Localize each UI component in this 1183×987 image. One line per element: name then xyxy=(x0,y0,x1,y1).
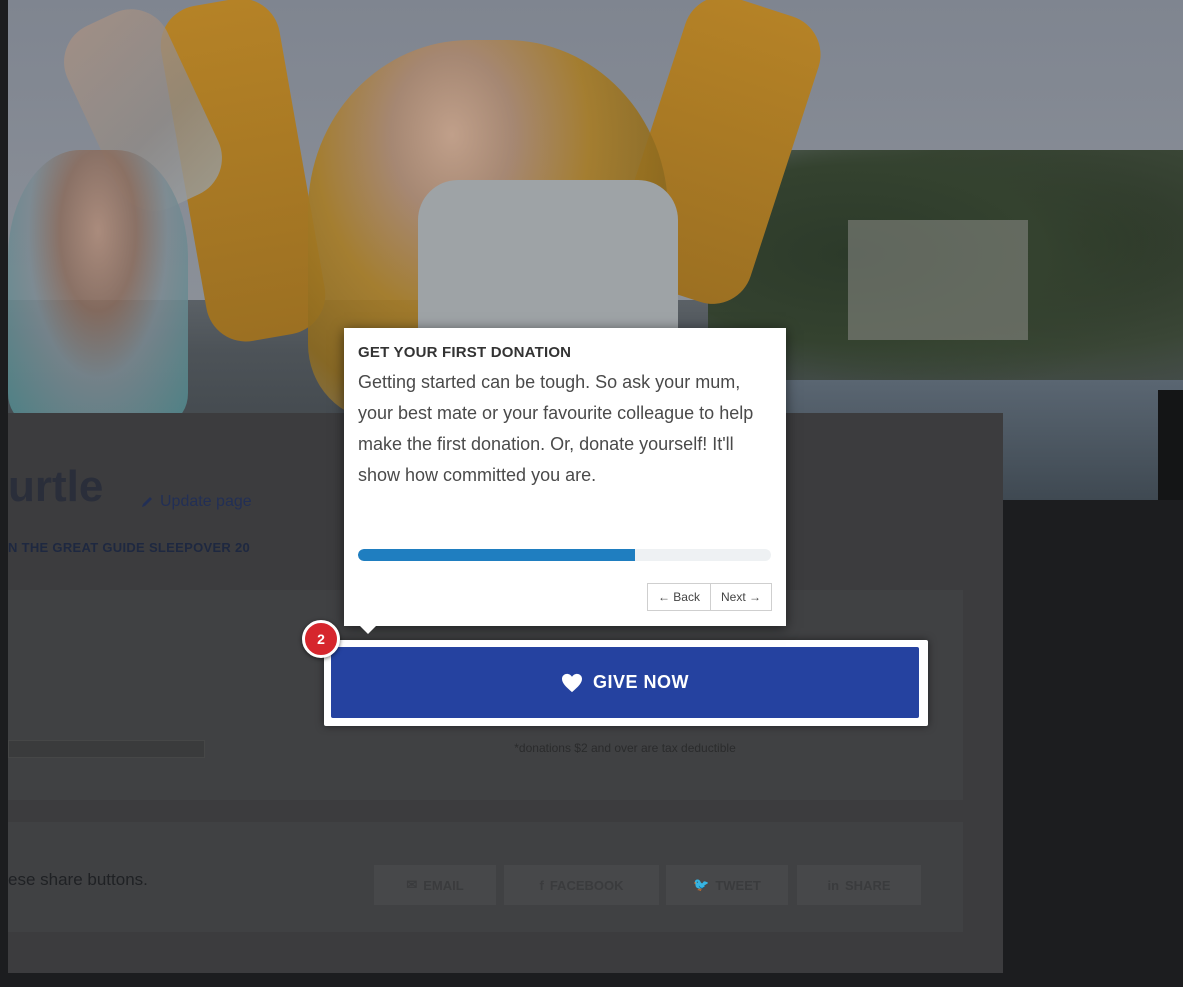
hero-building xyxy=(848,220,1028,340)
twitter-icon: 🐦 xyxy=(693,877,710,892)
hero-person-left xyxy=(8,150,188,420)
tour-body: Getting started can be tough. So ask you… xyxy=(358,372,754,485)
tour-back-button[interactable]: ← Back xyxy=(646,583,711,611)
pencil-icon xyxy=(142,497,152,507)
tour-popover: GET YOUR FIRST DONATION Getting started … xyxy=(344,328,786,634)
share-tweet-button[interactable]: 🐦 TWEET xyxy=(666,865,788,905)
heart-icon xyxy=(561,673,582,692)
share-facebook-button[interactable]: f FACEBOOK xyxy=(504,865,659,905)
linkedin-icon: in xyxy=(827,877,840,893)
tour-progress-fill xyxy=(358,549,635,561)
share-prompt: ese share buttons. xyxy=(8,870,148,889)
page-title: urtle xyxy=(8,462,104,511)
update-page-link[interactable]: Update page xyxy=(140,493,252,511)
tour-title: GET YOUR FIRST DONATION xyxy=(358,344,572,361)
tour-progress-bar xyxy=(358,549,771,561)
tax-deductible-note: *donations $2 and over are tax deductibl… xyxy=(514,741,736,755)
share-email-label: EMAIL xyxy=(423,877,464,893)
facebook-icon: f xyxy=(539,877,544,893)
update-page-label: Update page xyxy=(160,493,252,510)
share-facebook-label: FACEBOOK xyxy=(549,877,624,893)
share-tweet-label: TWEET xyxy=(715,877,761,893)
fundraising-progress-bar xyxy=(8,740,205,758)
email-icon: ✉ xyxy=(406,877,418,892)
hero-shadow xyxy=(1158,390,1183,500)
give-now-label: GIVE NOW xyxy=(592,672,689,692)
event-name: N THE GREAT GUIDE SLEEPOVER 20 xyxy=(8,540,251,555)
give-now-button[interactable]: GIVE NOW xyxy=(331,647,919,718)
share-email-button[interactable]: ✉ EMAIL xyxy=(374,865,496,905)
share-linkedin-label: SHARE xyxy=(845,877,891,893)
tour-navigation: ← Back Next → xyxy=(646,583,772,611)
tour-step-badge: 2 xyxy=(302,620,340,658)
share-linkedin-button[interactable]: in SHARE xyxy=(797,865,921,905)
tour-next-button[interactable]: Next → xyxy=(710,583,772,611)
